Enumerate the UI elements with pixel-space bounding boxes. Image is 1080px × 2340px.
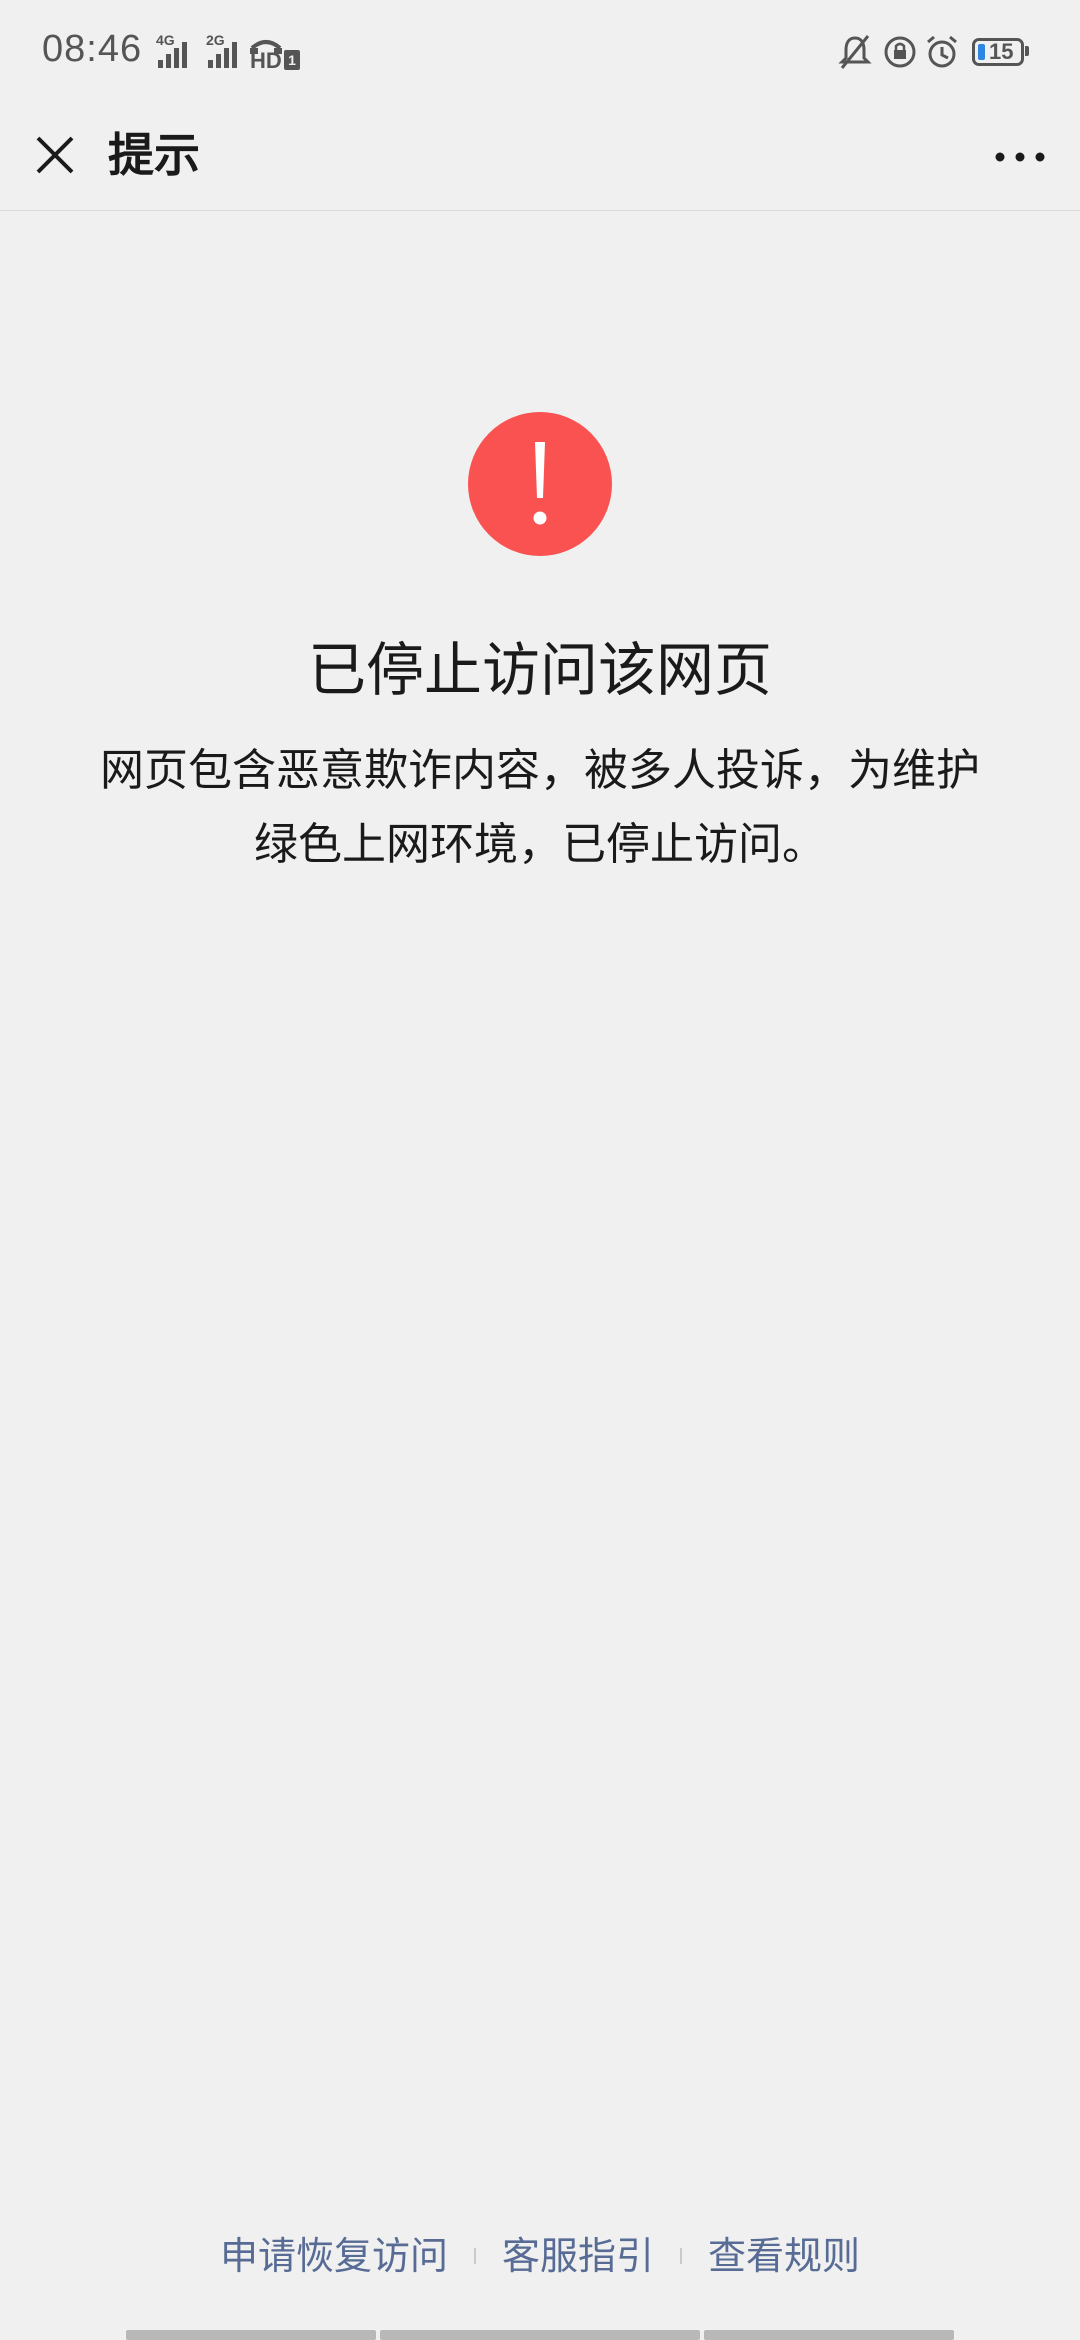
- battery-fill: [978, 44, 985, 60]
- mute-bell-icon: [838, 35, 872, 69]
- gesture-bar[interactable]: [126, 2330, 376, 2340]
- link-divider: [680, 2248, 682, 2264]
- description-line-1: 网页包含恶意欺诈内容，被多人投诉，为维护: [100, 745, 980, 796]
- status-time: 08:46: [42, 28, 143, 70]
- close-icon: [36, 136, 74, 174]
- more-icon: [995, 152, 1045, 162]
- status-bar: 08:46 4G 2G HD 1 15: [0, 0, 1080, 110]
- warning-icon: [468, 412, 612, 556]
- battery-icon: 15: [972, 38, 1024, 66]
- gesture-bar[interactable]: [380, 2330, 700, 2340]
- page-title: 提示: [108, 128, 200, 182]
- hd-label: HD: [250, 48, 282, 73]
- close-button[interactable]: [30, 130, 80, 180]
- gesture-bar[interactable]: [704, 2330, 954, 2340]
- more-button[interactable]: [990, 132, 1050, 182]
- exclamation-icon: [533, 442, 547, 525]
- hd-sub-label: 1: [284, 50, 300, 70]
- battery-nub: [1025, 46, 1029, 56]
- warning-title: 已停止访问该网页: [307, 636, 772, 704]
- alarm-icon: [927, 35, 957, 68]
- warning-description: 网页包含恶意欺诈内容，被多人投诉，为维护 绿色上网环境，已停止访问。: [70, 734, 1010, 882]
- status-right-icons: 15: [838, 34, 1038, 74]
- footer-links: 申请恢复访问 客服指引 查看规则: [0, 2226, 1080, 2286]
- screen: 08:46 4G 2G HD 1 15 提示 已停止访问该网页 网页包含恶意欺诈…: [0, 0, 1080, 2340]
- link-divider: [473, 2248, 476, 2264]
- description-line-2: 绿色上网环境，已停止访问。: [254, 819, 826, 870]
- view-rules-link[interactable]: 查看规则: [708, 2226, 860, 2286]
- customer-service-link[interactable]: 客服指引: [502, 2226, 654, 2286]
- nav-bar: 提示: [0, 110, 1080, 211]
- rotation-lock-icon: [884, 36, 916, 68]
- battery-level: 15: [989, 39, 1014, 64]
- request-restore-link[interactable]: 申请恢复访问: [220, 2226, 448, 2286]
